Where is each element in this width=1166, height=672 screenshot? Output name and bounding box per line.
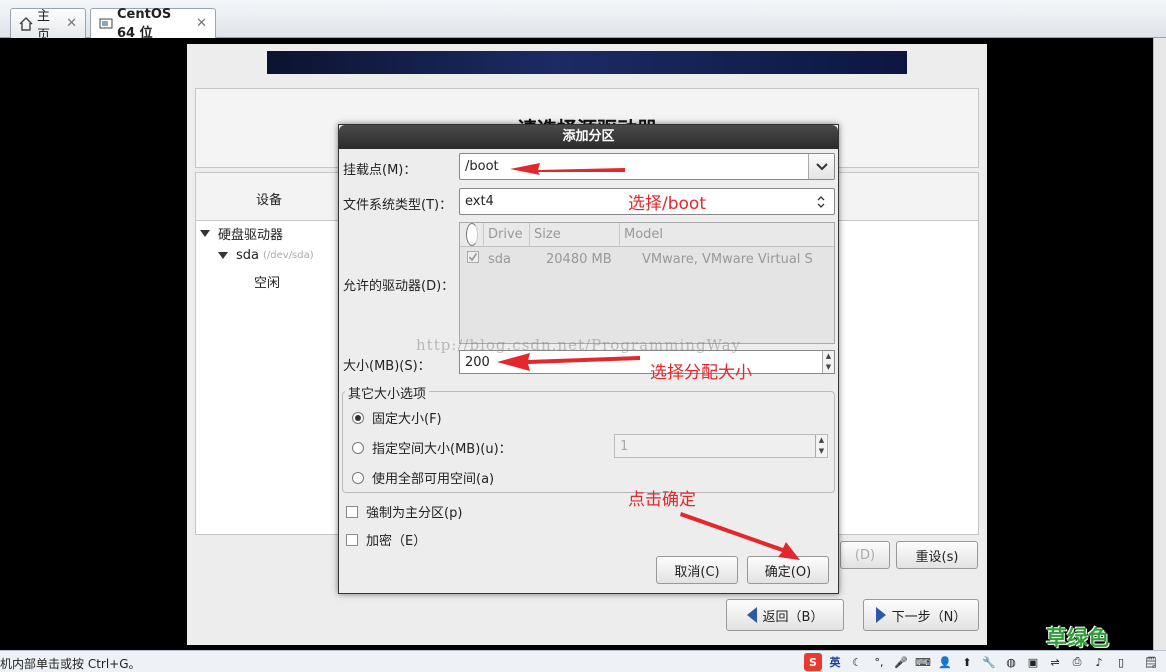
ime-language[interactable]: 英 <box>826 653 844 671</box>
upload-icon[interactable]: ⬆ <box>958 653 976 671</box>
system-tray: S 英 ☾ °, 🎤 ⌨ 👤 ⬆ 🔧 ◍ ▣ ⇌ ⎙ ♪ ▯ 🗒 <box>804 653 1160 671</box>
sound-icon[interactable]: ♪ <box>1090 653 1108 671</box>
logo: 草绿色 <box>1046 626 1109 650</box>
annotation-arrows <box>497 163 800 560</box>
wrench-icon[interactable]: 🔧 <box>980 653 998 671</box>
notes-icon[interactable]: 🗒 <box>1142 653 1160 671</box>
arrow-to-ok <box>680 512 800 560</box>
usb-icon[interactable]: ⇌ <box>1046 653 1064 671</box>
arrow-to-mount <box>510 163 625 175</box>
user-icon[interactable]: 👤 <box>936 653 954 671</box>
punctuation-icon[interactable]: °, <box>870 653 888 671</box>
microphone-icon[interactable]: 🎤 <box>892 653 910 671</box>
network-icon[interactable]: ◍ <box>1002 653 1020 671</box>
keyboard-icon[interactable]: ⌨ <box>914 653 932 671</box>
host-status-bar: 机内部单击或按 Ctrl+G。 S 英 ☾ °, 🎤 ⌨ 👤 ⬆ 🔧 ◍ ▣ ⇌… <box>0 650 1166 672</box>
sogou-icon[interactable]: S <box>804 653 822 671</box>
status-message: 机内部单击或按 Ctrl+G。 <box>0 657 141 671</box>
printer-icon[interactable]: ⎙ <box>1068 653 1086 671</box>
arrow-to-size <box>497 353 640 371</box>
drive-icon[interactable]: ▯ <box>1112 653 1130 671</box>
display-icon[interactable]: ▣ <box>1024 653 1042 671</box>
moon-icon[interactable]: ☾ <box>848 653 866 671</box>
